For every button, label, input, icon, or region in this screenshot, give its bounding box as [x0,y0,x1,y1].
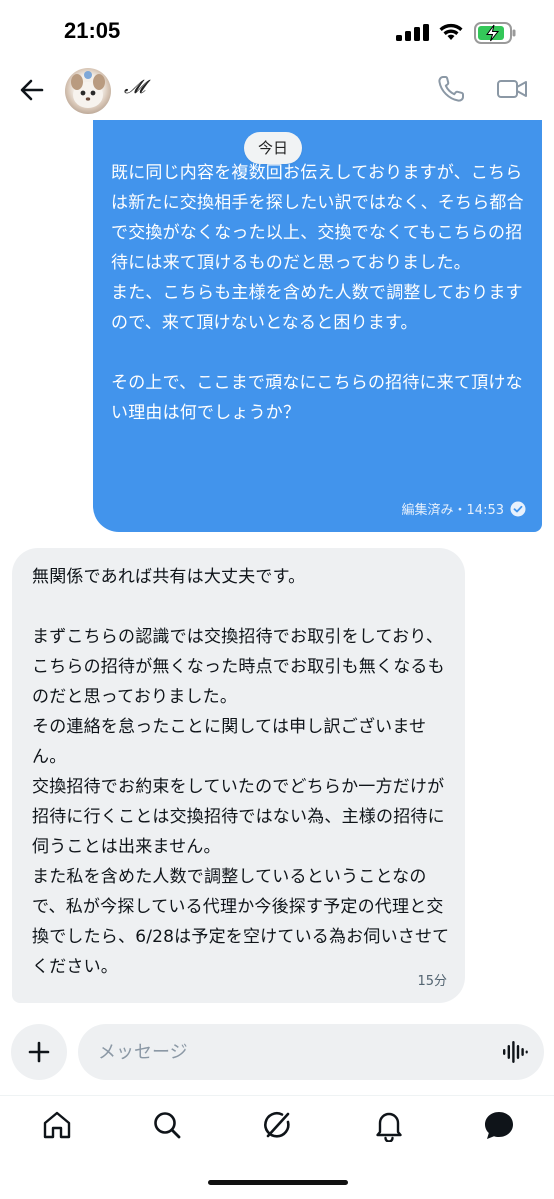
contact-avatar[interactable] [65,68,111,114]
status-bar: 21:05 [0,0,554,58]
video-camera-icon[interactable] [496,75,528,103]
signal-icon [396,24,429,41]
home-icon[interactable] [40,1108,74,1142]
wifi-icon [439,23,463,40]
battery-charging-icon [474,22,516,44]
bell-icon[interactable] [372,1108,406,1142]
avatar-image [71,71,105,108]
voice-wave-icon[interactable] [502,1040,528,1064]
add-attachment-button[interactable] [11,1024,67,1080]
chat-header: 𝓜 [0,58,554,120]
messages-icon[interactable] [482,1108,516,1142]
message-box [78,1024,544,1080]
message-input[interactable] [98,1024,488,1080]
date-divider: 今日 [244,132,303,164]
back-button[interactable] [14,72,50,108]
bottom-navigation [0,1095,554,1199]
phone-icon[interactable] [436,74,466,104]
back-arrow-icon [20,79,44,101]
contact-name[interactable]: 𝓜 [124,76,145,98]
message-timestamp: 15分 [417,974,447,989]
home-indicator [208,1180,348,1185]
search-icon[interactable] [150,1108,184,1142]
message-meta: 編集済み・14:53 [402,499,526,518]
message-text: 既に同じ内容を複数回お伝えしておりますが、こちらは新たに交換相手を探したい訳では… [111,163,524,423]
message-list[interactable]: 既に同じ内容を複数回お伝えしておりますが、こちらは新たに交換相手を探したい訳では… [0,120,554,1010]
message-text: 無関係であれば共有は大丈夫です。 まずこちらの認識では交換招待でお取引をしており… [32,567,450,977]
check-circle-icon [510,501,526,516]
status-time: 21:05 [64,18,121,43]
grok-icon[interactable] [260,1108,294,1142]
outgoing-message-bubble[interactable]: 既に同じ内容を複数回お伝えしておりますが、こちらは新たに交換相手を探したい訳では… [93,120,542,532]
plus-icon [28,1041,50,1063]
message-timestamp: 編集済み・14:53 [401,503,504,518]
incoming-message-bubble[interactable]: 無関係であれば共有は大丈夫です。 まずこちらの認識では交換招待でお取引をしており… [12,548,465,1003]
message-composer [0,1022,554,1084]
